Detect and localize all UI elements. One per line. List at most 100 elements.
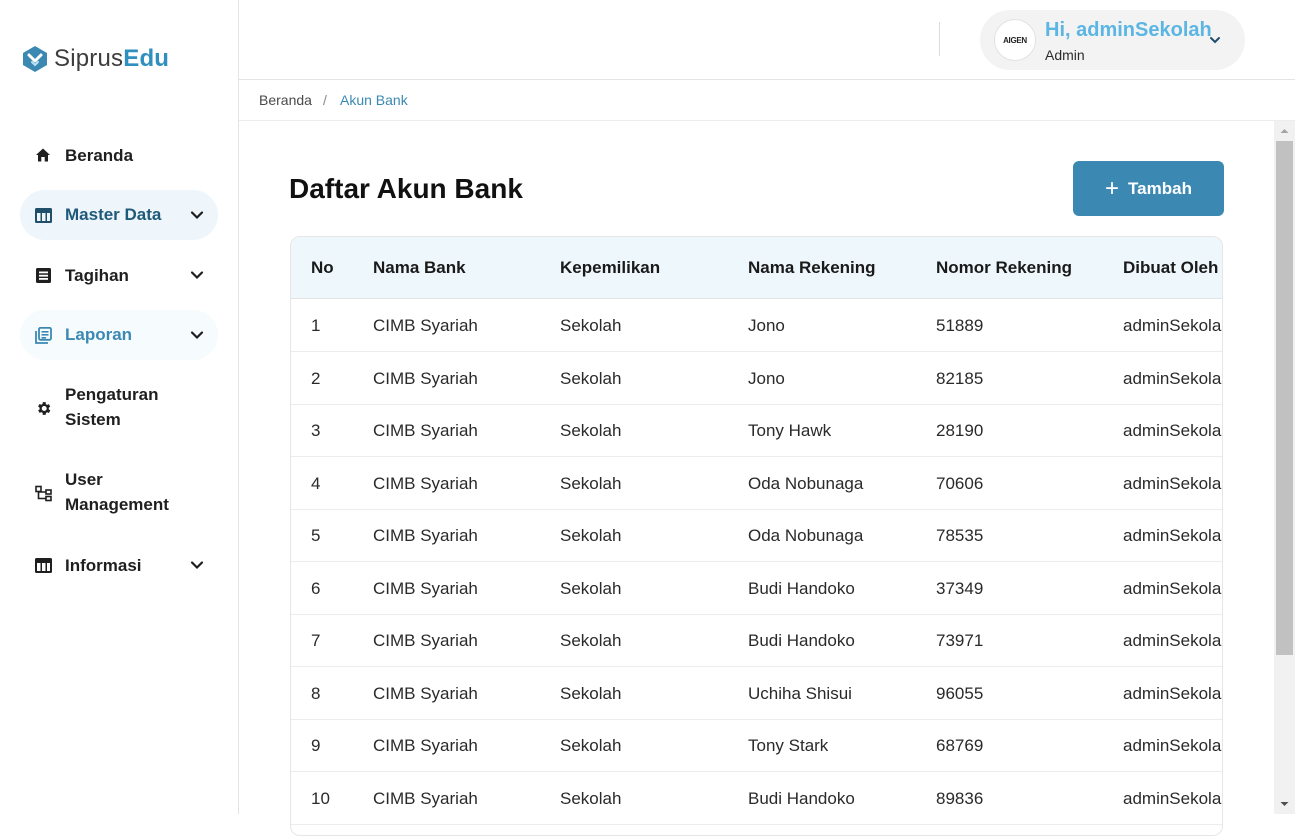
- plus-icon: +: [1105, 174, 1120, 202]
- table-cell: CIMB Syariah: [373, 316, 478, 335]
- table-row[interactable]: 5 CIMB Syariah Sekolah Oda Nobunaga 78535 adm…: [291, 509, 1223, 562]
- table-cell: 8: [311, 683, 321, 703]
- table-cell: 7: [311, 631, 321, 650]
- table-row[interactable]: 7 CIMB Syariah Sekolah Budi Handoko 73971 adm…: [291, 614, 1222, 667]
- table-row[interactable]: 4 CIMB Syariah Sekolah Oda Nobunaga 70606 adm…: [291, 457, 1223, 510]
- table-cell: 68769: [936, 736, 984, 755]
- column-header[interactable]: Nomor Rekening: [936, 258, 1072, 278]
- table-cell: Budi Handoko: [748, 631, 855, 650]
- sidebar-item-pengaturan-sistem[interactable]: Pengaturan Sistem: [20, 382, 218, 434]
- table-row[interactable]: 2 CIMB Syariah Sekolah Jono 82185 adminSekola…: [291, 352, 1222, 405]
- table-header: No Nama Bank Kepemilikan Nama Rekening N…: [291, 237, 1222, 299]
- table-cell: 10: [311, 788, 330, 808]
- table-cell: 9: [311, 736, 321, 755]
- sidebar-item-beranda[interactable]: Beranda: [20, 142, 218, 168]
- sidebar-item-label: User Management: [65, 470, 169, 514]
- gear-icon: [34, 399, 52, 417]
- column-header[interactable]: Kepemilikan: [560, 258, 660, 278]
- avatar-logo-text: AIGEN: [1003, 35, 1027, 45]
- column-header[interactable]: Dibuat Oleh: [1123, 258, 1218, 278]
- table-cell: CIMB Syariah: [373, 578, 478, 598]
- table-cell: 4: [311, 473, 321, 493]
- scroll-down-icon[interactable]: [1274, 798, 1295, 810]
- table-cell: Tony Hawk: [748, 421, 832, 440]
- table-cell: 78535: [936, 526, 984, 545]
- table-row[interactable]: 3 CIMB Syariah Sekolah Tony Hawk 28190 adminS…: [291, 404, 1222, 457]
- table-row[interactable]: 6 CIMB Syariah Sekolah Budi Handoko 37349 adm…: [291, 562, 1223, 615]
- sidebar-item-user-management[interactable]: User Management: [20, 467, 218, 519]
- scrollbar-thumb[interactable]: [1276, 141, 1293, 655]
- user-role: Admin: [1045, 47, 1085, 63]
- table-cell: adminSekolah: [1123, 736, 1223, 755]
- table-cell: 70606: [936, 473, 984, 493]
- table-cell: adminSekolah: [1123, 788, 1223, 808]
- scroll-up-icon[interactable]: [1274, 125, 1295, 137]
- table-cell: Sekolah: [560, 683, 622, 703]
- sidebar-item-label: Beranda: [65, 145, 134, 165]
- user-greeting: Hi, adminSekolah: [1045, 19, 1212, 41]
- sidebar-item-label: Laporan: [65, 325, 133, 344]
- table-cell: adminSekolah: [1123, 316, 1223, 335]
- table-cell: Jono: [748, 368, 785, 388]
- column-header[interactable]: Nama Bank: [373, 258, 466, 278]
- table-cell: Budi Handoko: [748, 578, 855, 598]
- table-icon: [34, 556, 52, 574]
- avatar: AIGEN: [994, 19, 1036, 61]
- sidebar-item-master-data[interactable]: Master Data: [20, 190, 218, 240]
- table-row[interactable]: 10 CIMB Syariah Sekolah Budi Handoko 89836 ad…: [291, 772, 1223, 825]
- table-cell: 37349: [936, 578, 984, 598]
- brand-part2: Edu: [123, 45, 170, 72]
- table-cell: Sekolah: [560, 736, 622, 755]
- chevron-down-icon: [190, 331, 204, 340]
- table-cell: 73971: [936, 631, 984, 650]
- hierarchy-icon: [34, 484, 52, 502]
- table-cell: 96055: [936, 683, 984, 703]
- table-cell: adminSekolah: [1123, 473, 1223, 493]
- table-cell: 1: [311, 316, 321, 335]
- table-cell: Sekolah: [560, 788, 622, 808]
- sidebar-item-laporan[interactable]: Laporan: [20, 310, 218, 360]
- table-cell: Oda Nobunaga: [748, 526, 864, 545]
- brand-name: SiprusEdu: [54, 45, 169, 73]
- table-cell: 82185: [936, 368, 984, 388]
- column-header[interactable]: No: [311, 258, 334, 278]
- sidebar-item-label: Tagihan: [65, 265, 129, 285]
- table-cell: Sekolah: [560, 368, 622, 388]
- table-cell: Sekolah: [560, 421, 622, 440]
- table-cell: Sekolah: [560, 473, 622, 493]
- table-cell: Oda Nobunaga: [748, 473, 864, 493]
- table-cell: adminSekolah: [1123, 578, 1223, 598]
- report-icon: [34, 326, 52, 344]
- app-logo[interactable]: SiprusEdu: [20, 42, 169, 76]
- breadcrumb-current: Akun Bank: [340, 92, 408, 108]
- breadcrumb-separator: /: [323, 92, 327, 108]
- add-button[interactable]: + Tambah: [1073, 161, 1224, 216]
- scrollbar[interactable]: [1274, 121, 1295, 814]
- sidebar-item-informasi[interactable]: Informasi: [20, 552, 218, 578]
- table-row[interactable]: 1 CIMB Syariah Sekolah Jono 51889 adminSekola…: [291, 299, 1223, 352]
- table-cell: CIMB Syariah: [373, 631, 478, 650]
- top-bar: AIGEN Hi, adminSekolah Admin: [239, 0, 1295, 80]
- table-cell: CIMB Syariah: [373, 788, 478, 808]
- table-cell: Sekolah: [560, 631, 622, 650]
- sidebar-item-label: Pengaturan Sistem: [65, 385, 159, 429]
- table-cell: adminSekolah: [1123, 526, 1223, 545]
- table-cell: Jono: [748, 316, 785, 335]
- add-button-label: Tambah: [1128, 178, 1192, 198]
- chevron-down-icon[interactable]: [1208, 33, 1222, 47]
- table-cell: CIMB Syariah: [373, 683, 478, 703]
- table-row[interactable]: 9 CIMB Syariah Sekolah Tony Stark 68769 admin…: [291, 719, 1223, 772]
- breadcrumb-home[interactable]: Beranda: [259, 92, 312, 108]
- table-cell: Sekolah: [560, 526, 622, 545]
- table-cell: 2: [311, 368, 321, 388]
- column-header[interactable]: Nama Rekening: [748, 258, 876, 278]
- table-icon: [34, 206, 52, 224]
- sidebar-item-tagihan[interactable]: Tagihan: [20, 262, 218, 288]
- sidebar-item-label: Informasi: [65, 555, 142, 575]
- table-cell: 6: [311, 578, 321, 598]
- table-cell: CIMB Syariah: [373, 473, 478, 493]
- table-row[interactable]: 8 CIMB Syariah Sekolah Uchiha Shisui 96055 ad…: [291, 667, 1222, 720]
- table-cell: Sekolah: [560, 578, 622, 598]
- sidebar: SiprusEdu Beranda Master Data Tagihan La…: [0, 0, 239, 814]
- user-menu[interactable]: AIGEN Hi, adminSekolah Admin: [980, 10, 1245, 70]
